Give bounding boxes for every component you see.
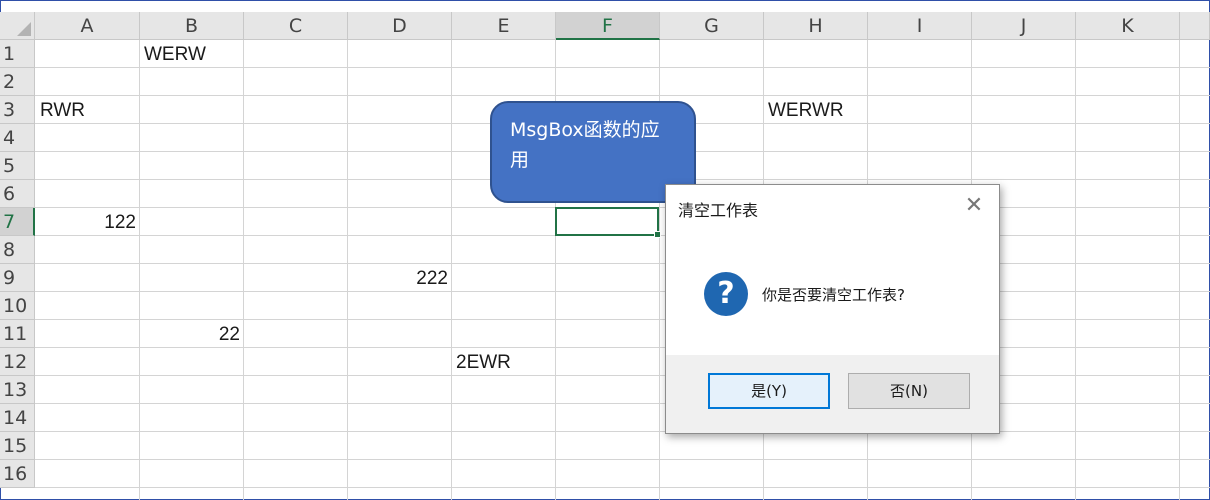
row-header-8[interactable]: 8 bbox=[0, 236, 35, 264]
question-icon: ? bbox=[704, 272, 748, 316]
row-header-14[interactable]: 14 bbox=[0, 404, 35, 432]
gridline bbox=[35, 291, 1210, 292]
row-header-12[interactable]: 12 bbox=[0, 348, 35, 376]
row-header-10[interactable]: 10 bbox=[0, 292, 35, 320]
row-header-15[interactable]: 15 bbox=[0, 432, 35, 460]
cell-h3[interactable]: WERWR bbox=[768, 97, 844, 125]
cell-b1[interactable]: WERW bbox=[144, 41, 206, 69]
msgbox-dialog: 清空工作表 ✕ ? 你是否要清空工作表? 是(Y) 否(N) bbox=[665, 184, 1000, 434]
close-icon[interactable]: ✕ bbox=[961, 193, 987, 219]
column-header-k[interactable]: K bbox=[1076, 12, 1180, 40]
gridline bbox=[35, 487, 1210, 488]
gridline bbox=[35, 319, 1210, 320]
row-header-13[interactable]: 13 bbox=[0, 376, 35, 404]
worksheet[interactable]: A B C D E F G H I J K 1 2 3 4 5 6 7 8 9 … bbox=[0, 12, 1210, 500]
select-all-corner[interactable] bbox=[0, 12, 35, 40]
column-header-d[interactable]: D bbox=[348, 12, 452, 40]
row-header-7[interactable]: 7 bbox=[0, 208, 35, 236]
yes-button[interactable]: 是(Y) bbox=[708, 373, 830, 409]
row-header-6[interactable]: 6 bbox=[0, 180, 35, 208]
row-header-5[interactable]: 5 bbox=[0, 152, 35, 180]
column-header-h[interactable]: H bbox=[764, 12, 868, 40]
row-header-4[interactable]: 4 bbox=[0, 124, 35, 152]
gridline bbox=[35, 95, 1210, 96]
gridline bbox=[35, 431, 1210, 432]
column-header-f[interactable]: F bbox=[556, 12, 660, 40]
column-header-e[interactable]: E bbox=[452, 12, 556, 40]
row-header-16[interactable]: 16 bbox=[0, 460, 35, 488]
column-header-j[interactable]: J bbox=[972, 12, 1076, 40]
row-header-9[interactable]: 9 bbox=[0, 264, 35, 292]
gridline bbox=[35, 403, 1210, 404]
cell-d9[interactable]: 222 bbox=[348, 265, 448, 293]
gridline bbox=[35, 375, 1210, 376]
active-cell-f7[interactable] bbox=[555, 207, 661, 238]
row-header-3[interactable]: 3 bbox=[0, 96, 35, 124]
dialog-title: 清空工作表 bbox=[678, 201, 759, 220]
cell-a7[interactable]: 122 bbox=[35, 209, 136, 237]
gridline bbox=[35, 67, 1210, 68]
column-header-a[interactable]: A bbox=[35, 12, 140, 40]
column-header-l[interactable] bbox=[1180, 12, 1210, 40]
dialog-button-bar: 是(Y) 否(N) bbox=[666, 355, 999, 433]
dialog-message: 你是否要清空工作表? bbox=[762, 286, 905, 304]
row-header-11[interactable]: 11 bbox=[0, 320, 35, 348]
column-header-b[interactable]: B bbox=[140, 12, 244, 40]
row-header-1[interactable]: 1 bbox=[0, 40, 35, 68]
column-header-i[interactable]: I bbox=[868, 12, 972, 40]
fill-handle[interactable] bbox=[654, 231, 661, 238]
row-header-2[interactable]: 2 bbox=[0, 68, 35, 96]
corner-triangle-icon bbox=[17, 22, 31, 36]
cell-a3[interactable]: RWR bbox=[40, 97, 85, 125]
gridline bbox=[35, 459, 1210, 460]
column-header-g[interactable]: G bbox=[660, 12, 764, 40]
cell-b11[interactable]: 22 bbox=[140, 321, 240, 349]
column-header-c[interactable]: C bbox=[244, 12, 348, 40]
shape-label: MsgBox函数的应用 bbox=[510, 119, 660, 171]
gridline bbox=[35, 263, 1210, 264]
cell-e12[interactable]: 2EWR bbox=[456, 349, 511, 377]
no-button[interactable]: 否(N) bbox=[848, 373, 970, 409]
